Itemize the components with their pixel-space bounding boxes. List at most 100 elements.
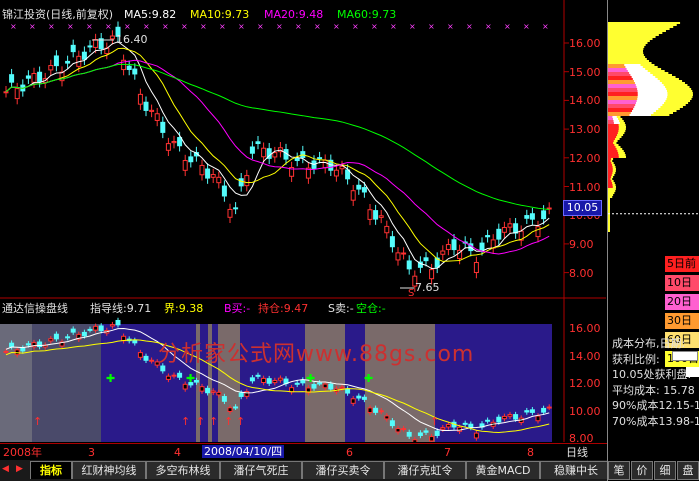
chip-bar <box>608 36 656 38</box>
cost-info-line: 平均成本: 15.78 <box>612 383 695 397</box>
chip-bar <box>608 58 647 60</box>
candle-body <box>513 223 519 234</box>
indicator-candle-body <box>277 377 283 381</box>
candle-body <box>485 235 491 238</box>
right-tab-detail[interactable]: 细 <box>654 461 676 480</box>
buy-arrow: ↑ <box>33 415 42 428</box>
event-marker: × <box>276 22 283 31</box>
indicator-candle-body <box>406 431 412 437</box>
right-tab-order[interactable]: 盘 <box>677 461 699 480</box>
indicator-candle-body <box>233 406 239 409</box>
indicator-candle-body <box>496 416 502 423</box>
indicator-candle-body <box>429 436 435 442</box>
tab-indicator[interactable]: 指标 <box>30 461 72 479</box>
chip-bar <box>608 162 612 164</box>
candle-body <box>479 242 485 251</box>
right-tab-trades[interactable]: 笔 <box>608 461 630 480</box>
indicator-title: 通达信操盘线 <box>2 302 68 315</box>
chip-bar <box>608 112 631 114</box>
event-marker: × <box>390 22 397 31</box>
candle-body <box>109 35 115 40</box>
chip-bar <box>608 124 619 126</box>
indicator-candle-body <box>378 410 384 413</box>
chip-bar <box>608 174 612 176</box>
candle-body <box>350 190 356 201</box>
event-marker: × <box>314 22 321 31</box>
candle-body <box>261 147 267 158</box>
tab-hongcaishen[interactable]: 红财神均线 <box>72 461 146 479</box>
event-marker: × <box>409 22 416 31</box>
period-label[interactable]: 日线 <box>566 446 588 459</box>
tab-wenzhuan[interactable]: 稳赚中长 <box>540 461 612 479</box>
chip-bar <box>608 182 613 184</box>
candle-body <box>93 39 99 48</box>
chip-bar <box>608 32 663 34</box>
indicator-candle-body <box>109 324 115 327</box>
tab-scroll-right[interactable]: ▶ <box>16 464 23 474</box>
chip-bar <box>608 170 613 172</box>
chart-bg <box>0 0 610 300</box>
chip-bar <box>608 206 610 208</box>
high-annotation: 16.40 <box>116 33 148 46</box>
indicator-candle-body <box>440 427 446 430</box>
event-marker: × <box>86 22 93 31</box>
chip-bar <box>608 128 619 130</box>
indicator-candle-body <box>255 374 261 377</box>
chip-bar <box>608 132 618 134</box>
candle-body <box>384 225 390 234</box>
tab-maimailing[interactable]: 潘仔买卖令 <box>302 461 384 479</box>
candle-body <box>3 91 9 94</box>
tab-duokong[interactable]: 多空布林线 <box>146 461 220 479</box>
kongcang-label: 空仓:- <box>356 302 386 315</box>
candle-body <box>378 215 384 218</box>
chip-bar <box>608 178 611 180</box>
chip-bar <box>608 186 613 188</box>
indicator-candle-body <box>272 380 278 384</box>
candle-body <box>37 71 43 83</box>
candle-body <box>132 68 138 75</box>
tab-kehongling[interactable]: 潘仔克虹令 <box>384 461 466 479</box>
candle-body <box>373 210 379 220</box>
candle-body <box>177 137 183 147</box>
indicator-candle-body <box>473 432 479 439</box>
date-label: 7 <box>444 446 451 459</box>
buy-arrow: ↑ <box>224 415 233 428</box>
candle-body <box>25 75 31 79</box>
candle-body <box>65 60 71 64</box>
chip-bar <box>608 172 613 174</box>
tab-gold-macd[interactable]: 黄金MACD <box>466 461 540 479</box>
right-tab-price[interactable]: 价 <box>631 461 653 480</box>
indicator-candle-body <box>434 430 440 436</box>
chip-bar <box>608 46 645 48</box>
chip-bar <box>608 136 617 138</box>
current-price-tag: 10.05 <box>563 200 602 216</box>
candle-body <box>367 209 373 220</box>
indicator-candle-body <box>266 378 272 384</box>
candle-body <box>143 101 149 111</box>
chip-bar <box>608 142 614 144</box>
indicator-candle-body <box>53 333 59 340</box>
candle-body <box>255 141 261 145</box>
indicator-candle-body <box>462 422 468 425</box>
indicator-candle-body <box>524 410 530 413</box>
chip-bar <box>608 62 652 64</box>
candle-body <box>216 176 222 184</box>
indicator-band <box>0 324 32 442</box>
chip-bar <box>608 196 613 198</box>
indicator-candle-body <box>87 328 93 331</box>
chip-bar <box>608 204 610 206</box>
event-marker: × <box>143 22 150 31</box>
candle-body <box>205 168 211 179</box>
indicator-chart[interactable]: ↑ ↑ ↑ ↑ ↑ ↑ ↑✚ ✚ ✚ ✚ <box>0 300 610 442</box>
tab-scroll-left[interactable]: ◀ <box>2 464 9 474</box>
candle-body <box>356 184 362 190</box>
event-marker: × <box>238 22 245 31</box>
indicator-candle-body <box>367 407 373 414</box>
buy-arrow: ↑ <box>236 415 245 428</box>
tab-qisizhuang[interactable]: 潘仔气死庄 <box>220 461 302 479</box>
candle-body <box>9 74 15 83</box>
chip-bar <box>608 164 613 166</box>
candlestick-chart[interactable]: × × × × × × × × × × × × × × × × × × × × × × × × × × × × × <box>0 0 610 300</box>
chip-bar <box>608 100 637 102</box>
sell-marker: ✚ <box>364 372 373 385</box>
